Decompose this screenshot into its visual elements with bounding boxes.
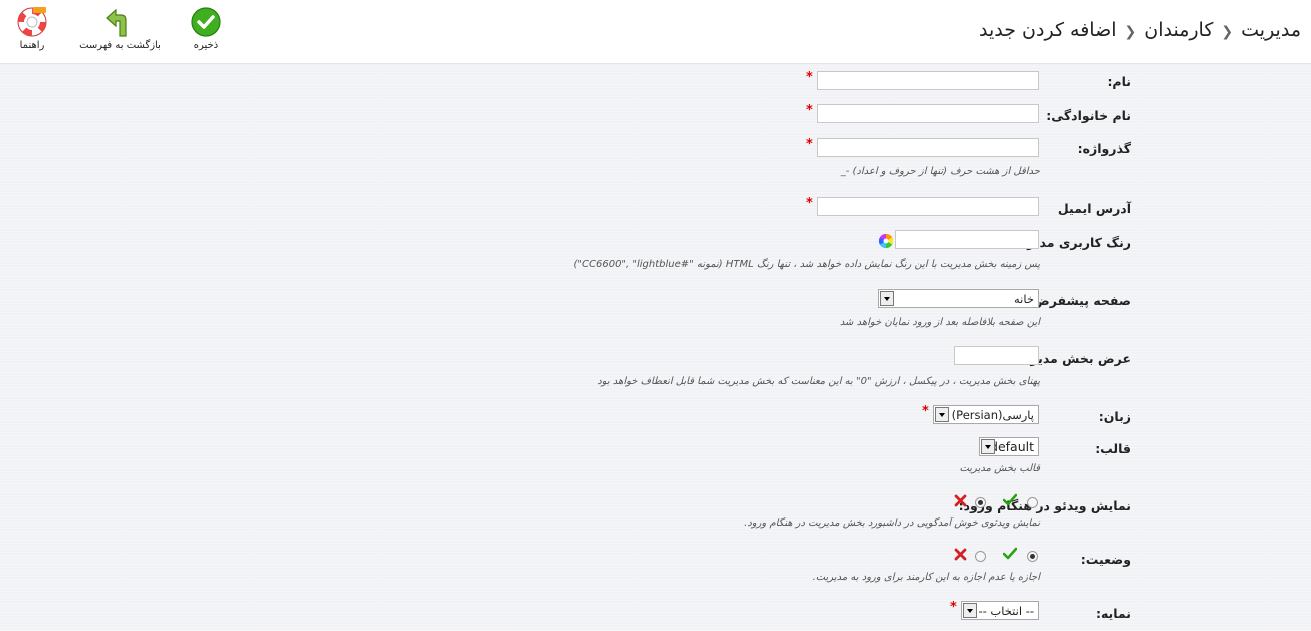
language-value: پارسی(Persian) [951,408,1034,422]
check-icon [1003,547,1017,560]
show-video-no-radio[interactable] [975,497,986,508]
admin-width-hint: پهنای بخش مدیریت ، در پیکسل ، ارزش "0" ب… [597,376,1040,387]
required-marker: * [806,70,813,85]
show-video-yes-radio[interactable] [1027,497,1038,508]
email-input[interactable] [817,197,1039,216]
required-marker: * [950,600,957,615]
admin-color-input[interactable] [895,230,1039,249]
password-input[interactable] [817,138,1039,157]
profile-value: -- انتخاب -- [978,604,1034,618]
check-icon [1003,493,1017,506]
password-hint: حداقل از هشت حرف (تنها از حروف و اعداد) … [840,166,1040,177]
cross-icon [954,494,967,507]
default-page-hint: این صفحه بلافاصله بعد از ورود نمایان خوا… [839,317,1040,328]
breadcrumb-employees[interactable]: کارمندان [1144,19,1213,41]
chevron-left-icon: ❮ [1221,24,1234,40]
show-video-hint: نمایش ویدئوی خوش آمدگویی در داشبورد بخش … [744,518,1040,529]
chevron-down-icon [981,439,995,454]
theme-hint: قالب بخش مدیریت [959,463,1040,474]
language-select[interactable]: پارسی(Persian) [933,405,1039,424]
required-marker: * [806,137,813,152]
chevron-down-icon [880,291,894,306]
page-title: اضافه کردن جدید [979,19,1117,41]
back-to-list-button[interactable]: بازگشت به فهرست [70,6,170,51]
default-page-value: خانه [1014,292,1034,306]
header: راهنما بازگشت به فهرست ذخیره مدیریت ❮ کارم… [0,0,1311,64]
save-button[interactable]: ذخیره [186,6,226,51]
check-circle-icon [191,7,221,37]
chevron-down-icon [935,407,949,422]
chevron-left-icon: ❮ [1124,24,1137,40]
breadcrumb: مدیریت ❮ کارمندان ❮ اضافه کردن جدید [979,19,1301,41]
chevron-down-icon [963,603,977,618]
profile-select[interactable]: -- انتخاب -- [961,601,1039,620]
back-label: بازگشت به فهرست [79,40,161,51]
first-name-input[interactable] [817,71,1039,90]
status-yes-radio[interactable] [1027,551,1038,562]
required-marker: * [922,404,929,419]
lifebuoy-icon [17,7,47,37]
default-page-select[interactable]: خانه [878,289,1039,308]
theme-select[interactable]: default [979,437,1039,456]
status-no-radio[interactable] [975,551,986,562]
save-label: ذخیره [193,40,219,51]
last-name-input[interactable] [817,104,1039,123]
required-marker: * [806,103,813,118]
breadcrumb-admin[interactable]: مدیریت [1241,19,1301,41]
status-hint: اجازه یا عدم اجازه به این کارمند برای ور… [812,572,1040,583]
cross-icon [954,548,967,561]
theme-value: default [990,439,1034,454]
help-button[interactable]: راهنما [10,6,54,51]
admin-width-input[interactable] [954,346,1039,365]
back-arrow-icon [106,8,127,37]
required-marker: * [806,196,813,211]
color-wheel-icon[interactable] [878,233,894,249]
help-label: راهنما [19,40,45,51]
admin-color-hint: پس زمینه بخش مدیریت با این رنگ نمایش داد… [573,259,1041,270]
